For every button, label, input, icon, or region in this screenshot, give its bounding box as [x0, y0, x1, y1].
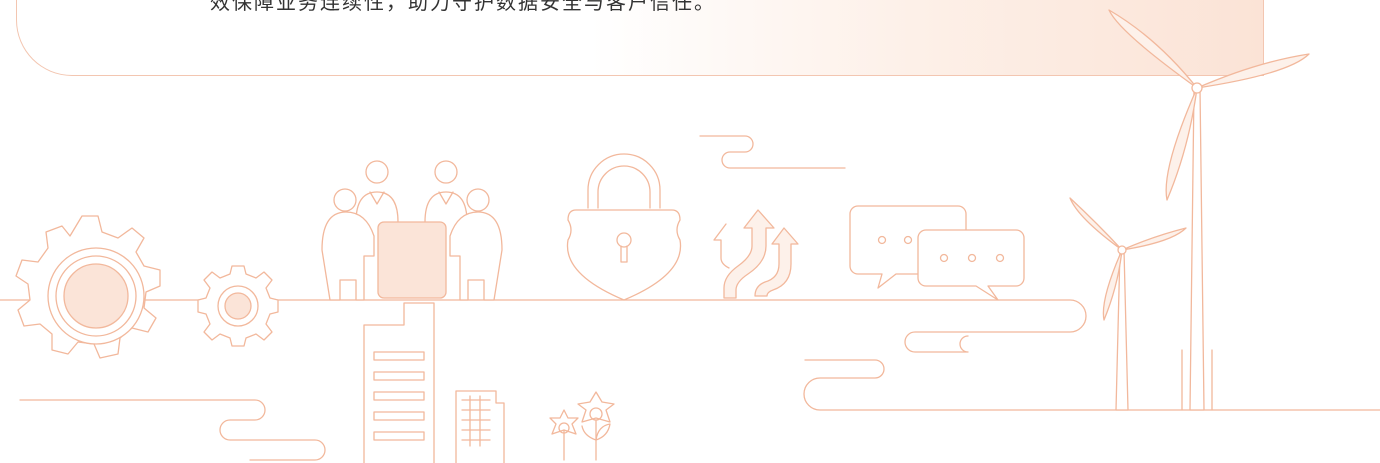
padlock-icon: [566, 153, 682, 301]
illustration-banner: 效保障业务连续性，助力守护数据安全与客户信任。: [0, 0, 1380, 463]
growth-arrows-icon: [713, 209, 799, 299]
gear-large-icon: [15, 215, 161, 359]
office-buildings-icon: [363, 302, 505, 463]
meeting-people-icon: [321, 160, 503, 301]
wind-turbine-small-icon: [1069, 197, 1187, 411]
wave-line-top: [699, 135, 846, 169]
line-illustration: [0, 9, 1380, 463]
chat-bubbles-icon: [849, 205, 1025, 301]
wave-line-right: [803, 359, 1380, 411]
gear-small-icon: [197, 265, 279, 347]
wave-line-left: [19, 399, 326, 461]
wind-turbine-large-icon: [1108, 9, 1310, 411]
ground-line: [0, 299, 1087, 353]
flowers-icon: [549, 391, 615, 461]
